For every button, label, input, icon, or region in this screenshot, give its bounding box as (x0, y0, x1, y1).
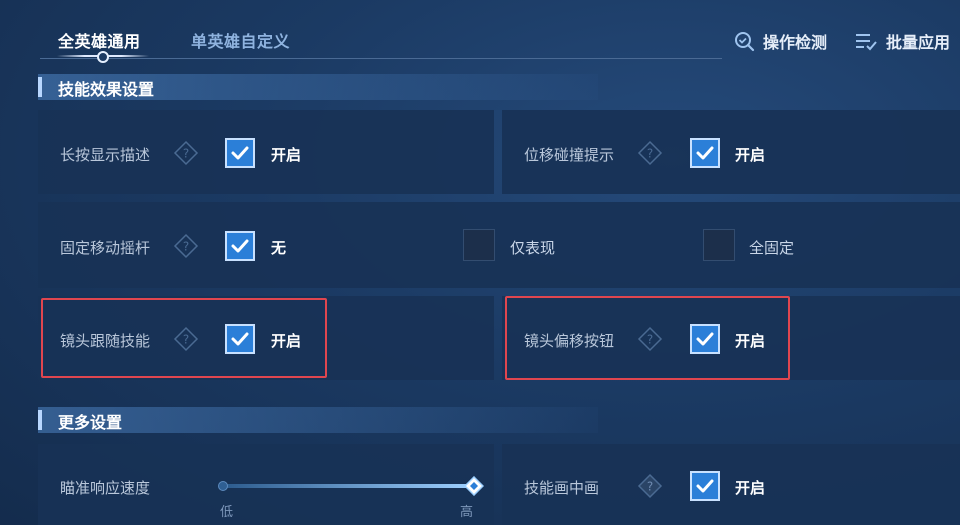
skill-pip-checkbox[interactable] (690, 471, 720, 501)
aim-speed-slider-track[interactable] (222, 484, 474, 488)
aim-speed-slider-start (218, 481, 228, 491)
checkmark-icon (696, 146, 714, 160)
section-accent-bar (38, 410, 42, 430)
svg-text:?: ? (183, 147, 189, 161)
joystick-option-none-checkbox[interactable] (225, 231, 255, 261)
joystick-option-visual-checkbox[interactable] (463, 229, 495, 261)
joystick-option-fixed-label: 全固定 (749, 239, 795, 257)
tab-single-hero[interactable]: 单英雄自定义 (191, 28, 290, 52)
operation-detect-label: 操作检测 (763, 33, 828, 52)
joystick-option-fixed-checkbox[interactable] (703, 229, 735, 261)
batch-list-icon (854, 30, 878, 52)
section-title: 更多设置 (58, 413, 123, 432)
svg-text:?: ? (183, 240, 189, 254)
joystick-option-visual-label: 仅表现 (510, 239, 556, 257)
aim-speed-label: 瞄准响应速度 (60, 479, 151, 497)
section-header-more: 更多设置 (38, 407, 598, 433)
aim-speed-slider-thumb[interactable] (464, 476, 484, 496)
section-title: 技能效果设置 (58, 80, 155, 99)
help-icon[interactable]: ? (637, 140, 663, 166)
svg-text:?: ? (647, 147, 653, 161)
checkmark-icon (696, 479, 714, 493)
skill-pip-label: 技能画中画 (524, 479, 600, 497)
tab-divider (40, 58, 722, 59)
joystick-option-none-label: 无 (271, 239, 287, 257)
highlight-box-camera-offset (505, 296, 790, 380)
help-icon[interactable]: ? (173, 233, 199, 259)
long-press-option-label: 开启 (271, 146, 302, 164)
search-icon (733, 30, 755, 52)
section-accent-bar (38, 77, 42, 97)
long-press-checkbox[interactable] (225, 138, 255, 168)
displacement-option-label: 开启 (735, 146, 766, 164)
tab-all-heroes[interactable]: 全英雄通用 (58, 28, 141, 52)
joystick-label: 固定移动摇杆 (60, 239, 151, 257)
checkmark-icon (231, 146, 249, 160)
aim-speed-min-label: 低 (220, 505, 234, 520)
operation-detect-button[interactable]: 操作检测 (733, 29, 827, 53)
help-icon[interactable]: ? (173, 140, 199, 166)
section-header-skill-effects: 技能效果设置 (38, 74, 598, 100)
highlight-box-camera-follow (41, 298, 327, 378)
skill-pip-option-label: 开启 (735, 479, 766, 497)
active-tab-dot (97, 51, 109, 63)
batch-apply-button[interactable]: 批量应用 (854, 29, 950, 53)
svg-text:?: ? (647, 480, 653, 494)
batch-apply-label: 批量应用 (886, 33, 951, 52)
aim-speed-max-label: 高 (460, 505, 474, 520)
displacement-checkbox[interactable] (690, 138, 720, 168)
checkmark-icon (231, 239, 249, 253)
displacement-label: 位移碰撞提示 (524, 146, 615, 164)
long-press-label: 长按显示描述 (60, 146, 151, 164)
help-icon[interactable]: ? (637, 473, 663, 499)
